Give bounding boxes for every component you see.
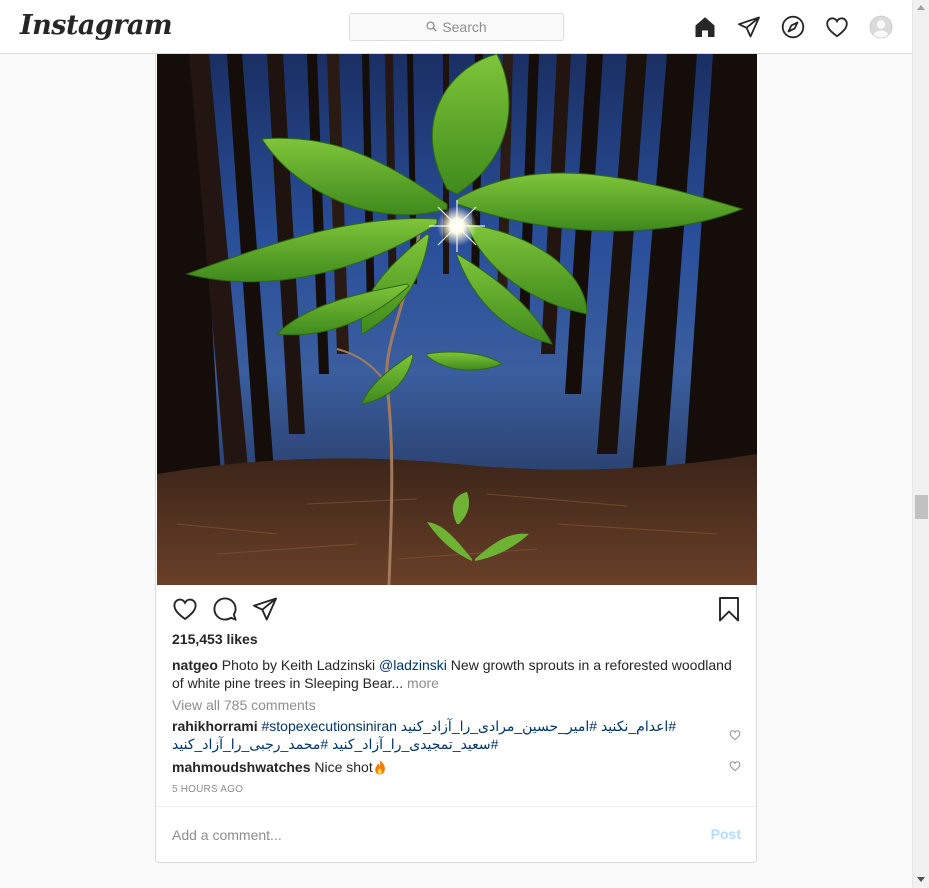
page-scrollbar[interactable] [912, 0, 929, 888]
search-placeholder: Search [442, 19, 487, 35]
post-card: 215,453 likes natgeo Photo by Keith Ladz… [155, 54, 757, 863]
comment-like-icon[interactable] [729, 729, 741, 741]
search-box[interactable]: Search [349, 13, 564, 41]
fire-emoji [374, 760, 385, 775]
caption-mention[interactable]: @ladzinski [379, 657, 447, 673]
likes-count[interactable]: 215,453 likes [172, 631, 258, 647]
view-all-comments-link[interactable]: View all 785 comments [172, 697, 316, 713]
comment-item: mahmoudshwatches Nice shot [172, 758, 712, 776]
comment-username[interactable]: rahikhorrami [172, 718, 258, 734]
share-icon[interactable] [252, 596, 278, 622]
instagram-logo[interactable]: Instagram [20, 10, 173, 41]
save-icon[interactable] [716, 596, 742, 622]
post-timestamp[interactable]: 5 HOURS AGO [172, 784, 243, 795]
explore-icon[interactable] [781, 15, 805, 39]
search-icon [426, 19, 437, 35]
home-icon[interactable] [693, 15, 717, 39]
post-caption: natgeo Photo by Keith Ladzinski @ladzins… [172, 656, 742, 692]
comment-item: rahikhorrami #stopexecutionsiniran #اعدا… [172, 717, 712, 753]
caption-text-1: Photo by Keith Ladzinski [217, 657, 379, 673]
top-nav-bar: Instagram Search [0, 0, 912, 54]
add-comment-bar: Post [156, 806, 756, 863]
comment-icon[interactable] [212, 596, 238, 622]
post-actions [172, 596, 742, 622]
comment-text: Nice shot [314, 759, 373, 775]
direct-icon[interactable] [737, 15, 761, 39]
comment-username[interactable]: mahmoudshwatches [172, 759, 310, 775]
scroll-up-arrow-icon[interactable] [917, 5, 925, 10]
scrollbar-thumb[interactable] [915, 495, 928, 519]
add-comment-input[interactable] [172, 824, 672, 846]
activity-heart-icon[interactable] [825, 15, 849, 39]
post-comment-button[interactable]: Post [711, 826, 741, 842]
avatar[interactable] [869, 15, 893, 39]
caption-username[interactable]: natgeo [172, 657, 218, 673]
like-icon[interactable] [172, 596, 198, 622]
comment-hashtag[interactable]: #stopexecutionsiniran [261, 718, 396, 734]
scroll-down-arrow-icon[interactable] [917, 877, 925, 882]
post-image[interactable] [157, 54, 757, 585]
comment-like-icon[interactable] [729, 760, 741, 772]
caption-more-link[interactable]: more [403, 675, 439, 691]
